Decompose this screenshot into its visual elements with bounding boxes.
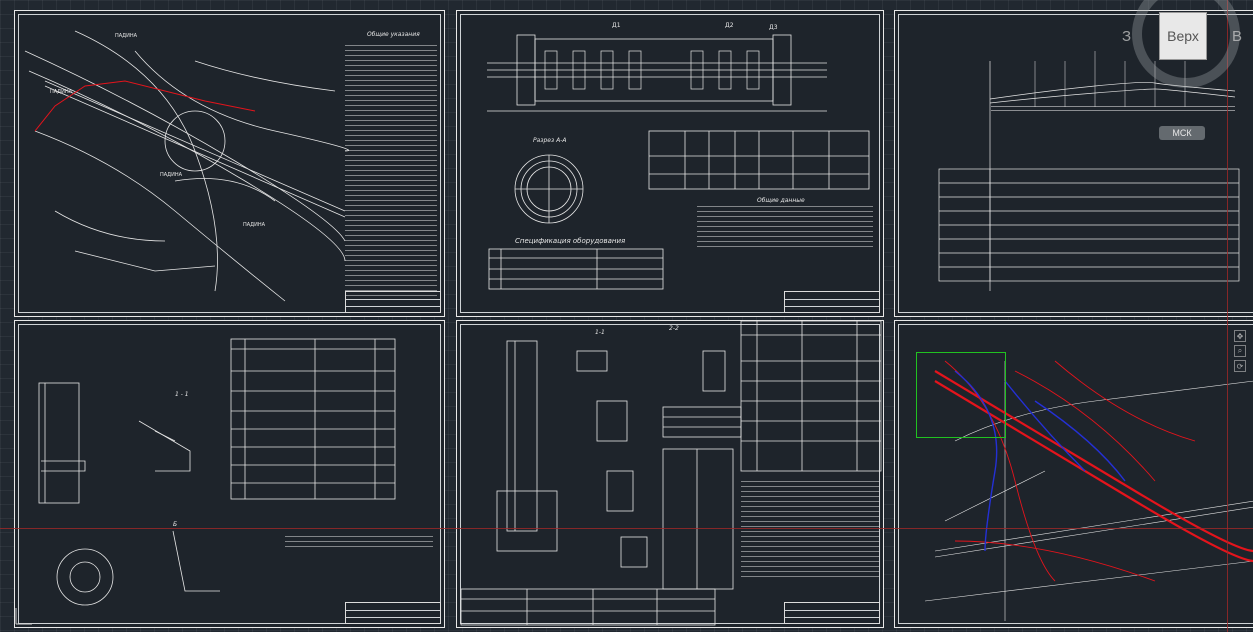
spec-title: Спецификация оборудования bbox=[515, 237, 626, 245]
sheet-bracket-details[interactable]: 1 - 1 Б bbox=[14, 320, 445, 628]
title-block bbox=[345, 291, 441, 313]
viewcube[interactable]: З В Верх МСК bbox=[1122, 0, 1253, 140]
bracket-notes bbox=[285, 535, 433, 547]
section-label: Разрез А-А bbox=[533, 137, 567, 144]
callout-d1: Д1 bbox=[612, 22, 621, 29]
crosshair-vertical bbox=[1227, 0, 1228, 632]
bracket-drawing bbox=[38, 338, 396, 606]
ucs-menu-button[interactable]: МСК bbox=[1159, 126, 1205, 140]
general-data-text bbox=[697, 203, 873, 247]
sheet-support-details[interactable]: 1-1 2-2 bbox=[456, 320, 884, 628]
selection-window[interactable] bbox=[916, 352, 1006, 438]
svg-text:ПАДИНА: ПАДИНА bbox=[243, 222, 266, 228]
title-block bbox=[784, 602, 880, 624]
callout-d3: Д3 bbox=[769, 24, 778, 31]
view-label-1-1: 1-1 bbox=[595, 329, 605, 336]
view-label-2-2: 2-2 bbox=[669, 325, 679, 332]
crosshair-horizontal bbox=[0, 528, 1253, 529]
title-block bbox=[784, 291, 880, 313]
sheet-topographic-plan[interactable]: ПАДИНА ПАДИНА ПАДИНА ПАДИНА Общие указан… bbox=[14, 10, 445, 317]
view-label-section: 1 - 1 bbox=[175, 391, 189, 398]
pan-icon[interactable]: ✥ bbox=[1234, 330, 1246, 342]
notes-title: Общие указания bbox=[367, 31, 420, 38]
view-label-b: Б bbox=[173, 521, 178, 528]
viewcube-top-face[interactable]: Верх bbox=[1159, 12, 1207, 60]
svg-text:ПАДИНА: ПАДИНА bbox=[50, 89, 73, 95]
navigation-bar[interactable]: ✥ ⌕ ⟳ bbox=[1234, 330, 1250, 375]
profile-hatch bbox=[991, 103, 1235, 111]
ucs-icon bbox=[15, 608, 32, 625]
equipment-drawing: Д1 Д2 Д3 bbox=[487, 22, 870, 290]
callout-d2: Д2 bbox=[725, 22, 734, 29]
sheet-equipment[interactable]: Д1 Д2 Д3 Разрез А-А Спецификация оборудо… bbox=[456, 10, 884, 317]
support-drawing bbox=[460, 321, 882, 626]
svg-text:ПАДИНА: ПАДИНА bbox=[115, 33, 138, 39]
svg-text:ПАДИНА: ПАДИНА bbox=[160, 172, 183, 178]
orbit-icon[interactable]: ⟳ bbox=[1234, 360, 1246, 372]
title-block bbox=[345, 602, 441, 624]
model-space-canvas[interactable]: ПАДИНА ПАДИНА ПАДИНА ПАДИНА Общие указан… bbox=[0, 0, 1253, 632]
compass-west-label[interactable]: З bbox=[1122, 28, 1131, 45]
zoom-icon[interactable]: ⌕ bbox=[1234, 345, 1246, 357]
general-notes-text bbox=[345, 41, 437, 296]
compass-east-label[interactable]: В bbox=[1232, 28, 1242, 45]
support-notes bbox=[741, 481, 879, 577]
